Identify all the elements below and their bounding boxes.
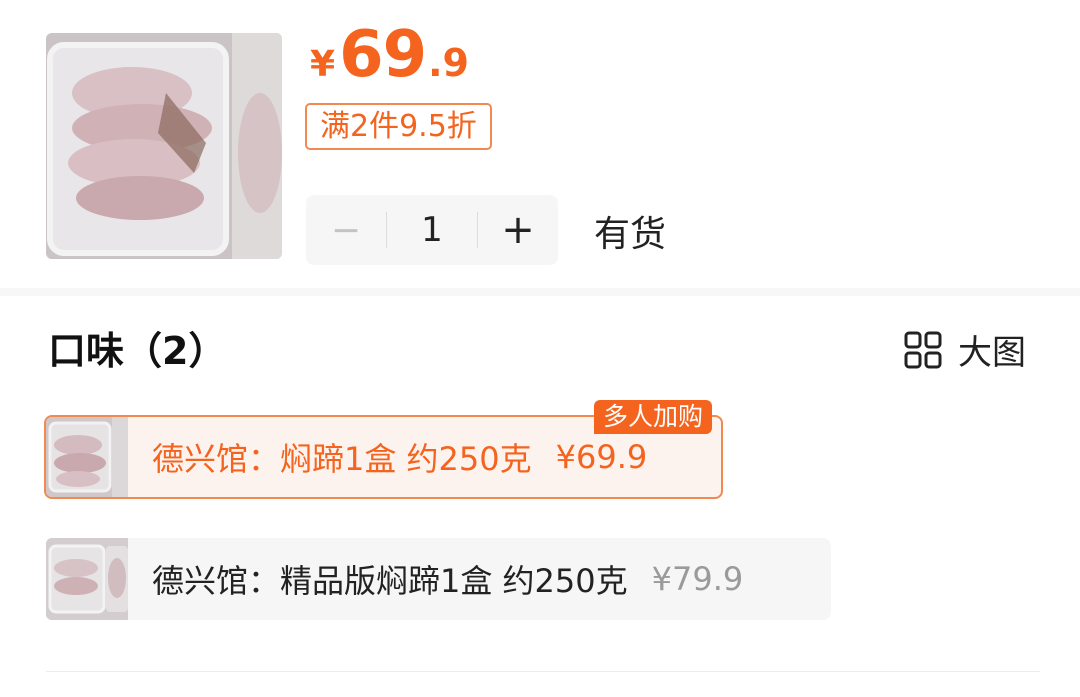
quantity-stepper[interactable]: − 1 + bbox=[306, 195, 558, 265]
product-image-graphic bbox=[46, 33, 282, 259]
price-integer: 69 bbox=[339, 18, 427, 92]
big-view-label: 大图 bbox=[958, 333, 1026, 373]
product-price: ¥ 69 .9 bbox=[310, 18, 469, 98]
option-price: ¥69.9 bbox=[555, 438, 648, 476]
flavor-option-premium-braised-trotter[interactable]: 德兴馆：精品版焖蹄1盒 约250克 ¥79.9 bbox=[46, 538, 831, 620]
big-view-toggle[interactable]: 大图 bbox=[904, 325, 1026, 374]
option-thumbnail-graphic bbox=[46, 417, 128, 497]
section-divider bbox=[0, 288, 1080, 296]
stock-status: 有货 bbox=[594, 214, 667, 255]
option-name: 德兴馆：焖蹄1盒 约250克 bbox=[152, 440, 532, 478]
decrease-button[interactable]: − bbox=[306, 195, 386, 265]
price-decimal: .9 bbox=[428, 41, 470, 85]
currency-symbol: ¥ bbox=[310, 44, 336, 85]
product-image[interactable] bbox=[46, 33, 282, 259]
bottom-divider bbox=[46, 671, 1040, 672]
option-thumbnail bbox=[46, 417, 128, 497]
increase-button[interactable]: + bbox=[478, 195, 558, 265]
grid-icon bbox=[904, 331, 942, 368]
quantity-value[interactable]: 1 bbox=[386, 210, 478, 250]
popular-badge: 多人加购 bbox=[594, 400, 713, 434]
option-price: ¥79.9 bbox=[651, 560, 744, 598]
option-name: 德兴馆：精品版焖蹄1盒 约250克 bbox=[152, 562, 628, 600]
flavor-section-title: 口味（2） bbox=[48, 329, 227, 373]
promo-tag: 满2件9.5折 bbox=[305, 103, 492, 150]
option-thumbnail bbox=[46, 538, 128, 620]
option-thumbnail-graphic bbox=[46, 538, 128, 620]
